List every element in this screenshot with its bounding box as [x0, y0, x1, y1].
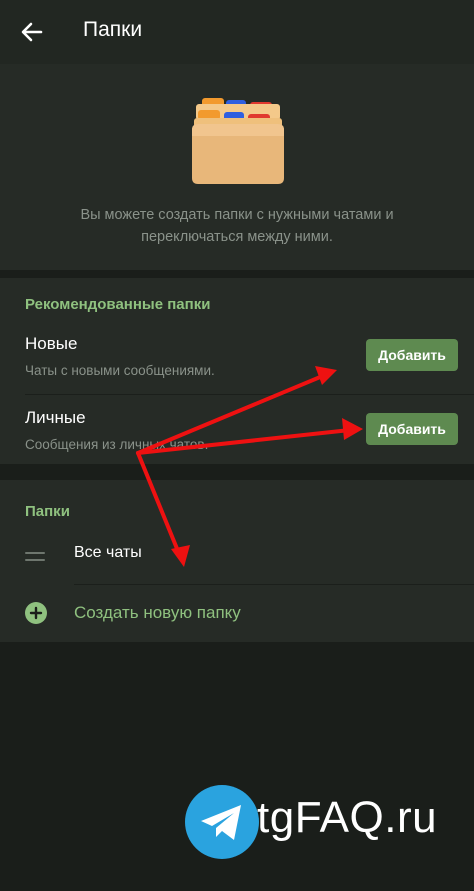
divider [25, 394, 474, 395]
recommended-item-subtitle: Сообщения из личных чатов. [25, 437, 209, 452]
watermark-text: tgFAQ.ru [257, 793, 438, 842]
watermark: tgFAQ.ru [185, 785, 445, 860]
create-folder-button[interactable]: Создать новую папку [0, 588, 474, 642]
recommended-item-title: Личные [25, 408, 86, 427]
add-personal-folder-button[interactable]: Добавить [366, 413, 458, 445]
telegram-logo-icon [185, 785, 259, 859]
add-new-folder-button[interactable]: Добавить [366, 339, 458, 371]
recommended-folders-section: Рекомендованные папки Новые Чаты с новым… [0, 278, 474, 464]
plus-circle-icon [25, 602, 47, 624]
folders-intro: Вы можете создать папки с нужными чатами… [0, 64, 474, 270]
back-arrow-icon [21, 22, 43, 42]
folder-stack-icon [192, 98, 284, 184]
app-bar: Папки [0, 0, 474, 64]
create-folder-label: Создать новую папку [74, 603, 241, 622]
intro-description: Вы можете создать папки с нужными чатами… [80, 207, 394, 245]
back-button[interactable] [16, 16, 48, 48]
folders-section: Папки Все чаты Создать новую папку [0, 480, 474, 642]
drag-handle-icon[interactable] [25, 552, 45, 564]
recommended-item-subtitle: Чаты с новыми сообщениями. [25, 363, 215, 378]
page-title: Папки [83, 18, 143, 41]
section-header-recommended: Рекомендованные папки [25, 296, 211, 313]
section-header-folders: Папки [25, 503, 70, 520]
recommended-item-title: Новые [25, 334, 78, 353]
folder-name: Все чаты [74, 544, 142, 561]
divider [74, 584, 474, 585]
